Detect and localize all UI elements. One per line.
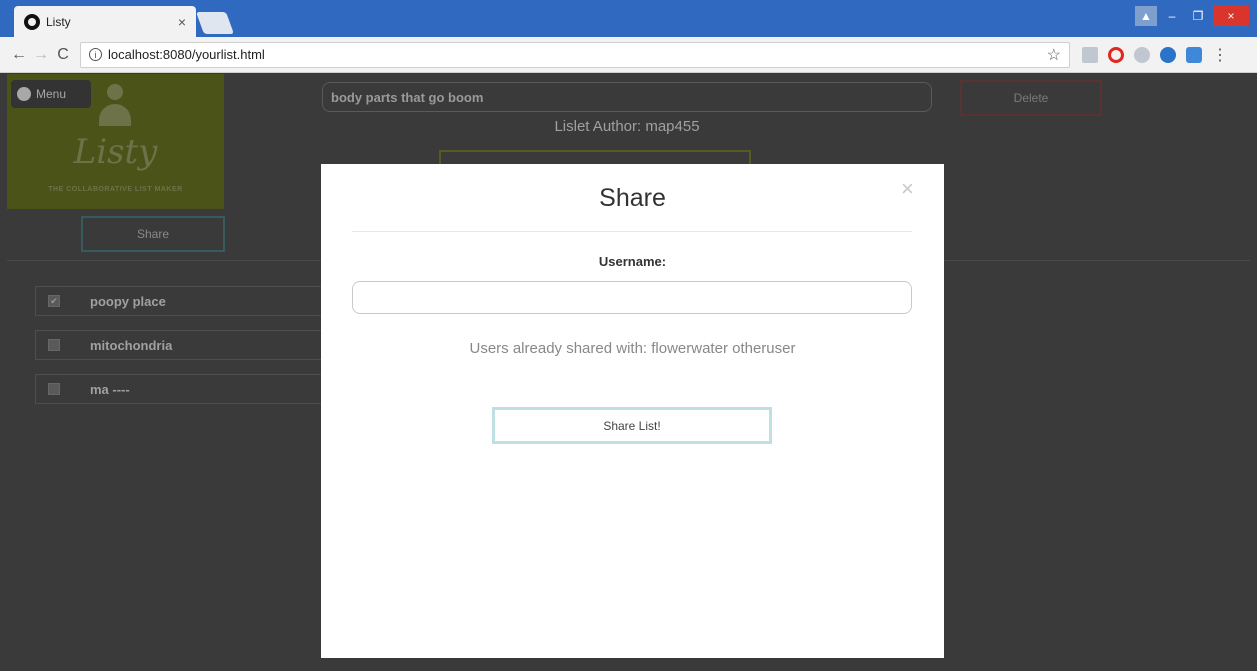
logo-tagline: THE COLLABORATIVE LIST MAKER bbox=[48, 186, 183, 193]
item-checkbox[interactable] bbox=[48, 383, 60, 395]
browser-titlebar: Listy × ▲ – ❐ × bbox=[0, 0, 1257, 37]
back-icon[interactable]: ← bbox=[8, 46, 30, 64]
extension-icon[interactable] bbox=[1082, 46, 1098, 63]
list-title-input[interactable]: body parts that go boom bbox=[322, 82, 932, 112]
list-item[interactable]: ma ---- bbox=[35, 374, 335, 404]
username-label: Username: bbox=[598, 254, 667, 269]
avatar-icon bbox=[99, 84, 139, 129]
user-profile-icon[interactable]: ▲ bbox=[1135, 6, 1157, 26]
item-label: poopy place bbox=[90, 293, 166, 309]
tab-close-icon[interactable]: × bbox=[178, 14, 186, 30]
extension-icon[interactable] bbox=[1134, 46, 1150, 63]
url-omnibox[interactable]: i localhost:8080/yourlist.html ☆ bbox=[80, 41, 1070, 68]
list-item[interactable]: mitochondria bbox=[35, 330, 335, 360]
window-controls: ▲ – ❐ × bbox=[1135, 6, 1249, 26]
menu-icon bbox=[17, 87, 31, 101]
new-tab-button[interactable] bbox=[195, 12, 235, 34]
share-button[interactable]: Share bbox=[81, 216, 225, 252]
username-input[interactable] bbox=[352, 281, 912, 314]
share-list-button[interactable]: Share List! bbox=[492, 407, 772, 444]
logo: Listy bbox=[73, 132, 158, 172]
item-checkbox[interactable] bbox=[48, 339, 60, 351]
item-label: ma ---- bbox=[90, 381, 130, 397]
extension-icons bbox=[1082, 46, 1202, 63]
modal-title: Share bbox=[599, 184, 666, 212]
forward-icon[interactable]: → bbox=[30, 46, 52, 64]
menu-label: Menu bbox=[36, 87, 67, 101]
browser-menu-icon[interactable]: ⋮ bbox=[1212, 45, 1228, 65]
list-author: Lislet Author: map455 bbox=[554, 118, 700, 135]
reload-icon[interactable]: C bbox=[52, 46, 74, 64]
modal-divider bbox=[352, 231, 912, 232]
list-item[interactable]: ✔ poopy place bbox=[35, 286, 335, 316]
extension-icon[interactable] bbox=[1160, 46, 1176, 63]
minimize-icon[interactable]: – bbox=[1161, 6, 1183, 26]
list-items: ✔ poopy place mitochondria ma ---- bbox=[35, 286, 335, 418]
extension-icon[interactable] bbox=[1186, 46, 1202, 63]
share-modal: × Share Username: Users already shared w… bbox=[321, 164, 944, 658]
add-item-box bbox=[439, 150, 751, 164]
restore-icon[interactable]: ❐ bbox=[1187, 6, 1209, 26]
menu-button[interactable]: Menu bbox=[11, 80, 91, 108]
item-label: mitochondria bbox=[90, 337, 173, 353]
address-bar: ← → C i localhost:8080/yourlist.html ☆ ⋮ bbox=[0, 37, 1257, 73]
github-icon bbox=[24, 13, 40, 30]
logo-panel: Menu Listy THE COLLABORATIVE LIST MAKER bbox=[7, 74, 224, 209]
bookmark-star-icon[interactable]: ☆ bbox=[1047, 45, 1061, 65]
shared-users-text: Users already shared with: flowerwater o… bbox=[469, 340, 796, 357]
delete-button[interactable]: Delete bbox=[960, 80, 1102, 116]
opera-icon[interactable] bbox=[1108, 46, 1124, 63]
tab-title: Listy bbox=[46, 14, 71, 29]
info-icon[interactable]: i bbox=[89, 48, 102, 61]
item-checkbox[interactable]: ✔ bbox=[48, 295, 60, 307]
close-window-icon[interactable]: × bbox=[1213, 6, 1249, 26]
url-text[interactable]: localhost:8080/yourlist.html bbox=[108, 47, 1047, 62]
browser-tab[interactable]: Listy × bbox=[14, 6, 196, 37]
